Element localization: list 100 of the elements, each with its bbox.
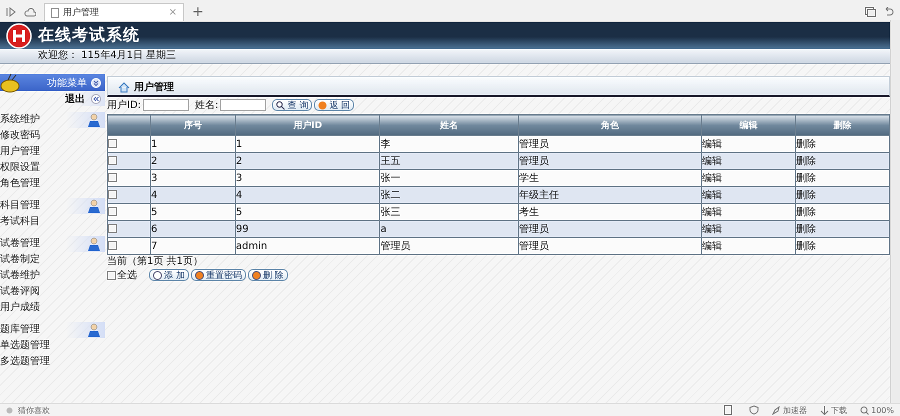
circle-icon [252,270,261,280]
menu-item[interactable]: 试卷评阅 [0,284,105,300]
menu-item[interactable]: 试卷制定 [0,252,105,268]
row-checkbox[interactable] [108,139,117,148]
input-field[interactable] [143,99,190,111]
table-cell: 7 [150,238,236,254]
row-checkbox[interactable] [108,241,117,250]
app-title: 在线考试系统 [38,25,140,46]
table-cell: 3 [235,170,380,186]
menu-item[interactable]: 试卷维护 [0,268,105,284]
table-cell: 王五 [380,152,518,170]
edit-link[interactable]: 编辑 [702,220,796,238]
field-label: 姓名: [195,99,218,112]
table-cell: 3 [150,170,236,186]
edit-link[interactable]: 编辑 [702,204,796,220]
search-button[interactable]: 查 询 [272,99,312,111]
edit-link[interactable]: 编辑 [702,152,796,170]
table-cell: 6 [150,220,236,238]
edit-link[interactable]: 编辑 [702,170,796,186]
delete-link[interactable]: 删除 [796,186,890,204]
edit-link[interactable]: 编辑 [702,238,796,254]
shield-icon[interactable] [749,405,760,415]
home-icon [118,82,130,92]
table-cell: 管理员 [518,136,702,152]
menu-title: 功能菜单 [47,76,87,90]
column-header: 角色 [518,114,702,136]
menu-group-label[interactable]: 题库管理 [0,322,40,338]
checkbox-label: 全选 [117,268,137,282]
table-cell: 管理员 [518,238,702,254]
column-header: 编辑 [702,114,796,136]
row-checkbox[interactable] [108,173,117,182]
scrollbar[interactable] [890,20,900,403]
table-cell: 管理员 [380,238,518,254]
menu-item[interactable]: 角色管理 [0,176,105,192]
row-checkbox[interactable] [108,224,117,234]
table-cell: 5 [235,204,380,220]
menu-group-label[interactable]: 试卷管理 [0,236,40,252]
delete-link[interactable]: 删除 [796,220,890,238]
menu-item[interactable]: 多选题管理 [0,354,105,370]
pager-text: 当前（第1页 共1页） [107,256,204,268]
status-item[interactable]: 下载 [831,404,848,416]
field-label: 用户ID: [107,98,142,112]
table-cell: 张二 [380,186,518,204]
edit-link[interactable]: 编辑 [702,186,796,204]
edit-link[interactable]: 编辑 [702,136,796,152]
table-cell: 李 [380,136,518,152]
delete-link[interactable]: 删除 [796,136,890,152]
page-icon [51,8,59,18]
table-cell: 5 [150,204,236,220]
menu-item[interactable]: 考试科目 [0,214,105,230]
table-cell: 考生 [518,204,702,220]
browser-tab[interactable]: 用户管理 × [44,3,184,21]
select-all-checkbox[interactable] [107,270,116,280]
row-checkbox[interactable] [108,156,117,166]
menu-item[interactable]: 用户成绩 [0,300,105,316]
table-cell: 4 [150,186,236,204]
table-cell: 张一 [380,170,518,186]
circle-icon [153,270,162,280]
column-header: 序号 [150,114,236,136]
delete-link[interactable]: 删除 [796,170,890,186]
status-item[interactable]: 加速器 [783,404,808,416]
logout-link[interactable]: 退出 [65,92,85,106]
table-cell: admin [235,238,380,254]
input-field[interactable] [220,99,266,111]
circle-icon [318,100,328,110]
delete-button[interactable]: 删 除 [248,269,288,281]
table-cell: 2 [150,152,236,170]
delete-link[interactable]: 删除 [796,204,890,220]
add-button[interactable]: 添 加 [149,269,189,281]
table-cell: 管理员 [518,152,702,170]
menu-item[interactable]: 用户管理 [0,144,105,160]
delete-link[interactable]: 删除 [796,152,890,170]
table-cell: 99 [235,220,380,238]
reset-password-button[interactable]: 重置密码 [190,269,246,281]
row-checkbox[interactable] [108,190,117,200]
table-cell: 张三 [380,204,518,220]
back-button[interactable]: 返 回 [314,99,354,111]
menu-group-label[interactable]: 科目管理 [0,198,40,214]
table-cell: 1 [150,136,236,152]
column-header: 删除 [796,114,890,136]
row-checkbox[interactable] [108,207,117,216]
new-tab-button[interactable]: + [192,3,204,21]
table-cell: 4 [235,186,380,204]
table-cell: a [380,220,518,238]
collapse-sidebar-icon[interactable] [91,94,101,104]
collapse-icon[interactable] [91,78,101,88]
menu-item[interactable]: 权限设置 [0,160,105,176]
column-header: 姓名 [380,114,518,136]
tab-title: 用户管理 [63,6,100,19]
search-icon [276,100,286,110]
welcome-text: 欢迎您： 115年4月1日 星期三 [38,50,176,62]
menu-group-label[interactable]: 系统维护 [0,112,40,128]
status-text[interactable]: 猜你喜欢 [18,404,50,416]
delete-link[interactable]: 删除 [796,238,890,254]
menu-item[interactable]: 修改密码 [0,128,105,144]
status-item[interactable]: 100% [871,406,894,414]
table-cell: 年级主任 [518,186,702,204]
table-cell: 2 [235,152,380,170]
dot-icon [6,406,13,414]
menu-item[interactable]: 单选题管理 [0,338,105,354]
